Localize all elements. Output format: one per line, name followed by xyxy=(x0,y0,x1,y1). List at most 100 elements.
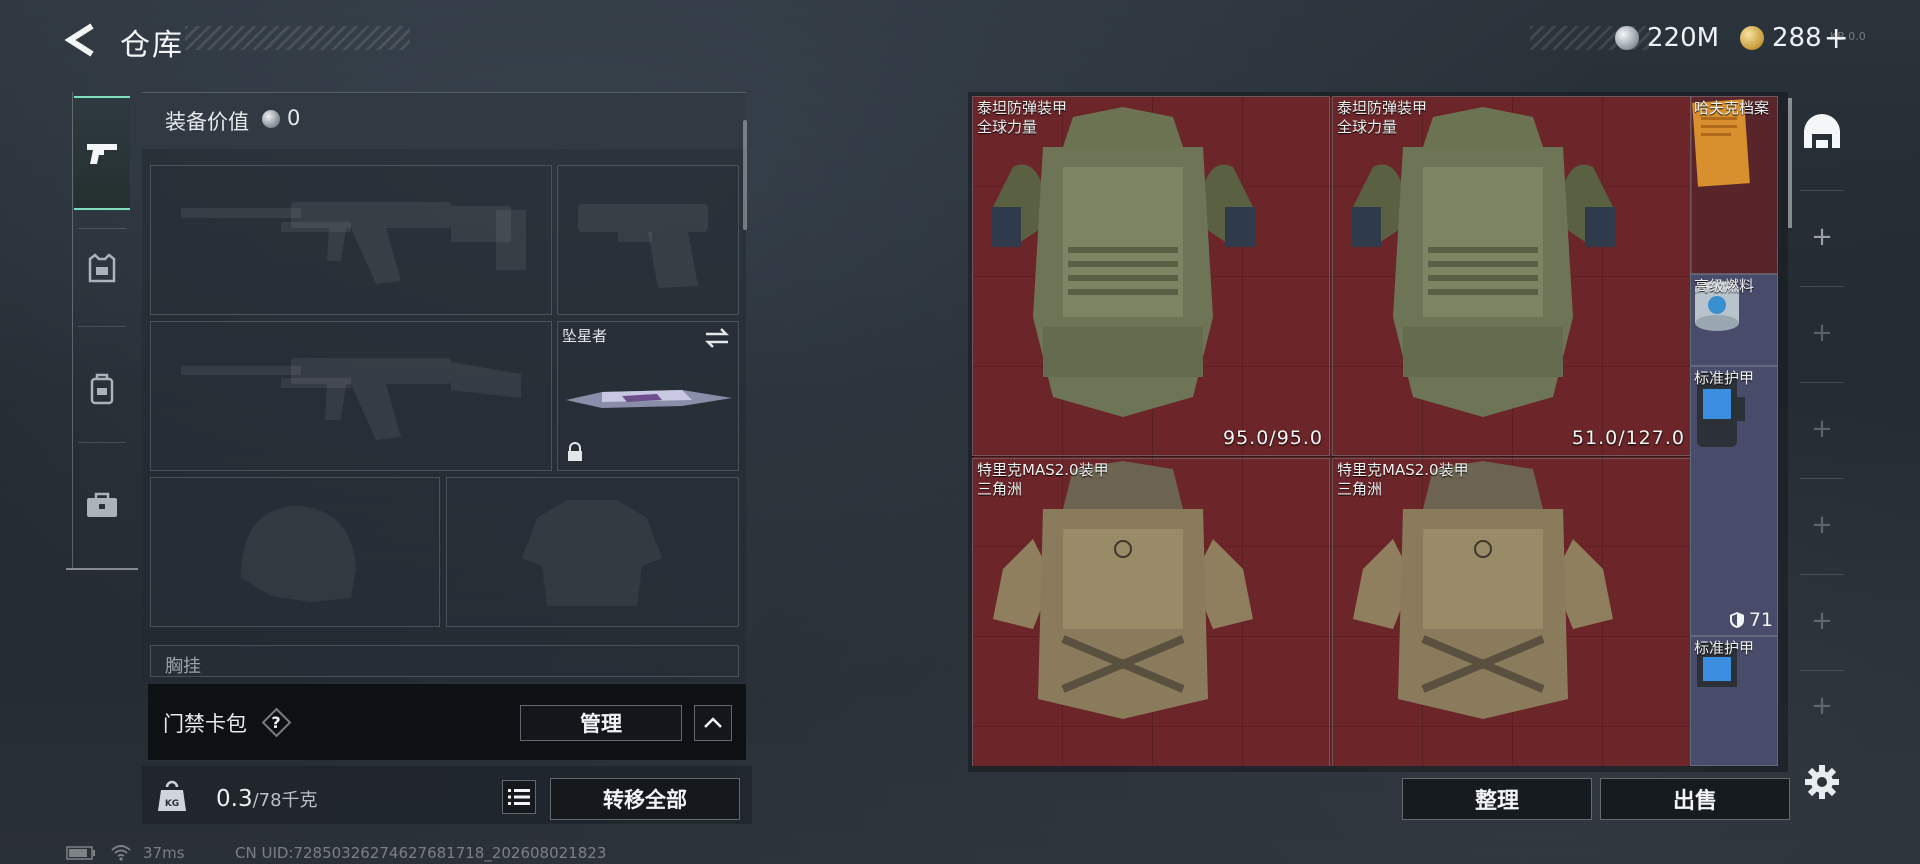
item-sub: 三角洲 xyxy=(977,480,1023,498)
manage-button[interactable]: 管理 xyxy=(520,705,682,741)
help-icon[interactable]: ? xyxy=(264,710,288,734)
list-icon xyxy=(508,789,530,805)
item-name: 标准护甲 xyxy=(1694,639,1755,657)
stash-item-titan-armor-1[interactable]: 泰坦防弹装甲 全球力量 95.0/95.0 xyxy=(972,96,1330,456)
body-armor-slot[interactable] xyxy=(446,477,739,627)
chest-rig-slot[interactable]: 胸挂 xyxy=(150,645,739,677)
mas-armor-icon xyxy=(1353,461,1613,719)
list-view-button[interactable] xyxy=(502,780,536,814)
back-icon[interactable] xyxy=(62,22,102,58)
item-name: 特里克MAS2.0装甲 xyxy=(1337,461,1469,479)
stash-item-haavk-file[interactable]: 哈夫克档案 xyxy=(1690,96,1778,274)
melee-slot[interactable]: 坠星者 xyxy=(557,321,739,471)
stash-page-slot[interactable]: + xyxy=(1800,670,1844,741)
chevron-up-icon xyxy=(704,717,722,728)
armor-count-value: 71 xyxy=(1748,609,1773,631)
titan-armor-icon xyxy=(1351,107,1615,417)
gear-icon[interactable] xyxy=(1803,763,1841,801)
primary-weapon-slot[interactable] xyxy=(150,165,552,315)
item-durability: 95.0/95.0 xyxy=(1222,427,1323,449)
lock-icon xyxy=(568,442,582,461)
wifi-icon xyxy=(111,845,131,861)
stash-item-mas-armor-2[interactable]: 特里克MAS2.0装甲 三角洲 xyxy=(1332,458,1692,766)
warehouse-icon xyxy=(1804,114,1840,148)
uid-text: CN UID:7285032627462768171​8_20260802182… xyxy=(235,844,607,862)
item-sub: 三角洲 xyxy=(1337,480,1383,498)
helmet-slot[interactable] xyxy=(150,477,440,627)
stash-page-slot[interactable]: + xyxy=(1800,382,1844,475)
currency-silver[interactable]: 220M xyxy=(1615,22,1719,54)
collapse-button[interactable] xyxy=(694,705,732,741)
item-sub: 全球力量 xyxy=(977,118,1038,136)
secondary-rifle-slot[interactable] xyxy=(150,321,552,471)
equipment-value: 0 xyxy=(287,106,301,130)
silver-coin-icon xyxy=(1615,26,1639,50)
stash-item-titan-armor-2[interactable]: 泰坦防弹装甲 全球力量 51.0/127.0 xyxy=(1332,96,1692,456)
plus-icon: + xyxy=(1811,606,1833,636)
melee-knife-icon xyxy=(566,390,732,408)
weight-max: /78千克 xyxy=(252,790,318,811)
item-name: 泰坦防弹装甲 xyxy=(1337,99,1428,117)
stash-item-premium-fuel[interactable]: 高级燃料 xyxy=(1690,274,1778,366)
rail-divider xyxy=(66,568,138,570)
silver-coin-icon xyxy=(262,110,280,128)
tab-separator xyxy=(78,326,126,327)
armor-rig-icon xyxy=(88,253,116,283)
sell-button[interactable]: 出售 xyxy=(1600,778,1790,820)
help-label: ? xyxy=(271,712,281,732)
tab-armor[interactable] xyxy=(74,214,130,324)
stash-page-active[interactable] xyxy=(1800,112,1844,156)
corner-text: KB 0.0 xyxy=(1830,30,1866,43)
stash-page-add[interactable]: + xyxy=(1800,190,1844,283)
tab-separator xyxy=(78,442,126,443)
armor-count: 71 xyxy=(1729,609,1773,631)
rifle-silhouette-icon xyxy=(181,358,521,440)
stash-page-slot[interactable]: + xyxy=(1800,286,1844,379)
stash-item-standard-armor-2[interactable]: 标准护甲 xyxy=(1690,636,1778,766)
weight-icon-label: KG xyxy=(165,799,179,809)
backpack-icon xyxy=(90,373,114,405)
battery-icon xyxy=(66,846,95,860)
plus-icon: + xyxy=(1811,222,1833,252)
stash-scrollbar[interactable] xyxy=(1788,98,1792,228)
stash-item-standard-armor-1[interactable]: 标准护甲 71 xyxy=(1690,366,1778,636)
swap-icon[interactable] xyxy=(704,328,730,348)
silver-amount: 220M xyxy=(1647,23,1720,53)
plus-icon: + xyxy=(1811,510,1833,540)
plus-icon: + xyxy=(1811,318,1833,348)
item-durability: 51.0/127.0 xyxy=(1571,427,1685,449)
weight-current: 0.3 xyxy=(216,786,253,812)
tab-weapons[interactable] xyxy=(74,96,130,210)
loadout-scrollbar[interactable] xyxy=(743,120,747,230)
weight-value: 0.3/78千克 xyxy=(216,786,318,812)
gold-amount: 288 xyxy=(1772,23,1822,53)
pistol-silhouette-icon xyxy=(578,204,708,288)
transfer-all-button[interactable]: 转移全部 xyxy=(550,778,740,820)
helmet-silhouette-icon xyxy=(241,506,356,602)
stash-item-mas-armor-1[interactable]: 特里克MAS2.0装甲 三角洲 xyxy=(972,458,1330,766)
item-name: 哈夫克档案 xyxy=(1694,99,1770,117)
shield-icon xyxy=(1729,612,1744,628)
tab-toolcase[interactable] xyxy=(74,450,130,560)
rifle-silhouette-icon xyxy=(181,202,526,284)
vest-silhouette-icon xyxy=(522,500,662,606)
item-name: 标准护甲 xyxy=(1694,369,1755,387)
stash-grid: 泰坦防弹装甲 全球力量 95.0/95.0 泰坦防弹装甲 全球力量 51.0/1… xyxy=(972,96,1692,766)
tab-backpack[interactable] xyxy=(74,334,130,444)
plus-icon: + xyxy=(1811,691,1833,721)
stash-page-slot[interactable]: + xyxy=(1800,478,1844,571)
gold-coin-icon xyxy=(1740,26,1764,50)
equipment-value-label: 装备价值 xyxy=(165,110,249,134)
sort-button[interactable]: 整理 xyxy=(1402,778,1592,820)
stash-page-slot[interactable]: + xyxy=(1800,574,1844,667)
item-name: 特里克MAS2.0装甲 xyxy=(977,461,1109,479)
item-sub: 全球力量 xyxy=(1337,118,1398,136)
item-name: 泰坦防弹装甲 xyxy=(977,99,1068,117)
plus-icon: + xyxy=(1811,414,1833,444)
secondary-weapon-slot[interactable] xyxy=(557,165,739,315)
pistol-icon xyxy=(87,144,117,164)
titan-armor-icon xyxy=(991,107,1255,417)
ping-text: 37ms xyxy=(143,844,185,862)
mas-armor-icon xyxy=(993,461,1253,719)
briefcase-icon xyxy=(87,492,117,517)
